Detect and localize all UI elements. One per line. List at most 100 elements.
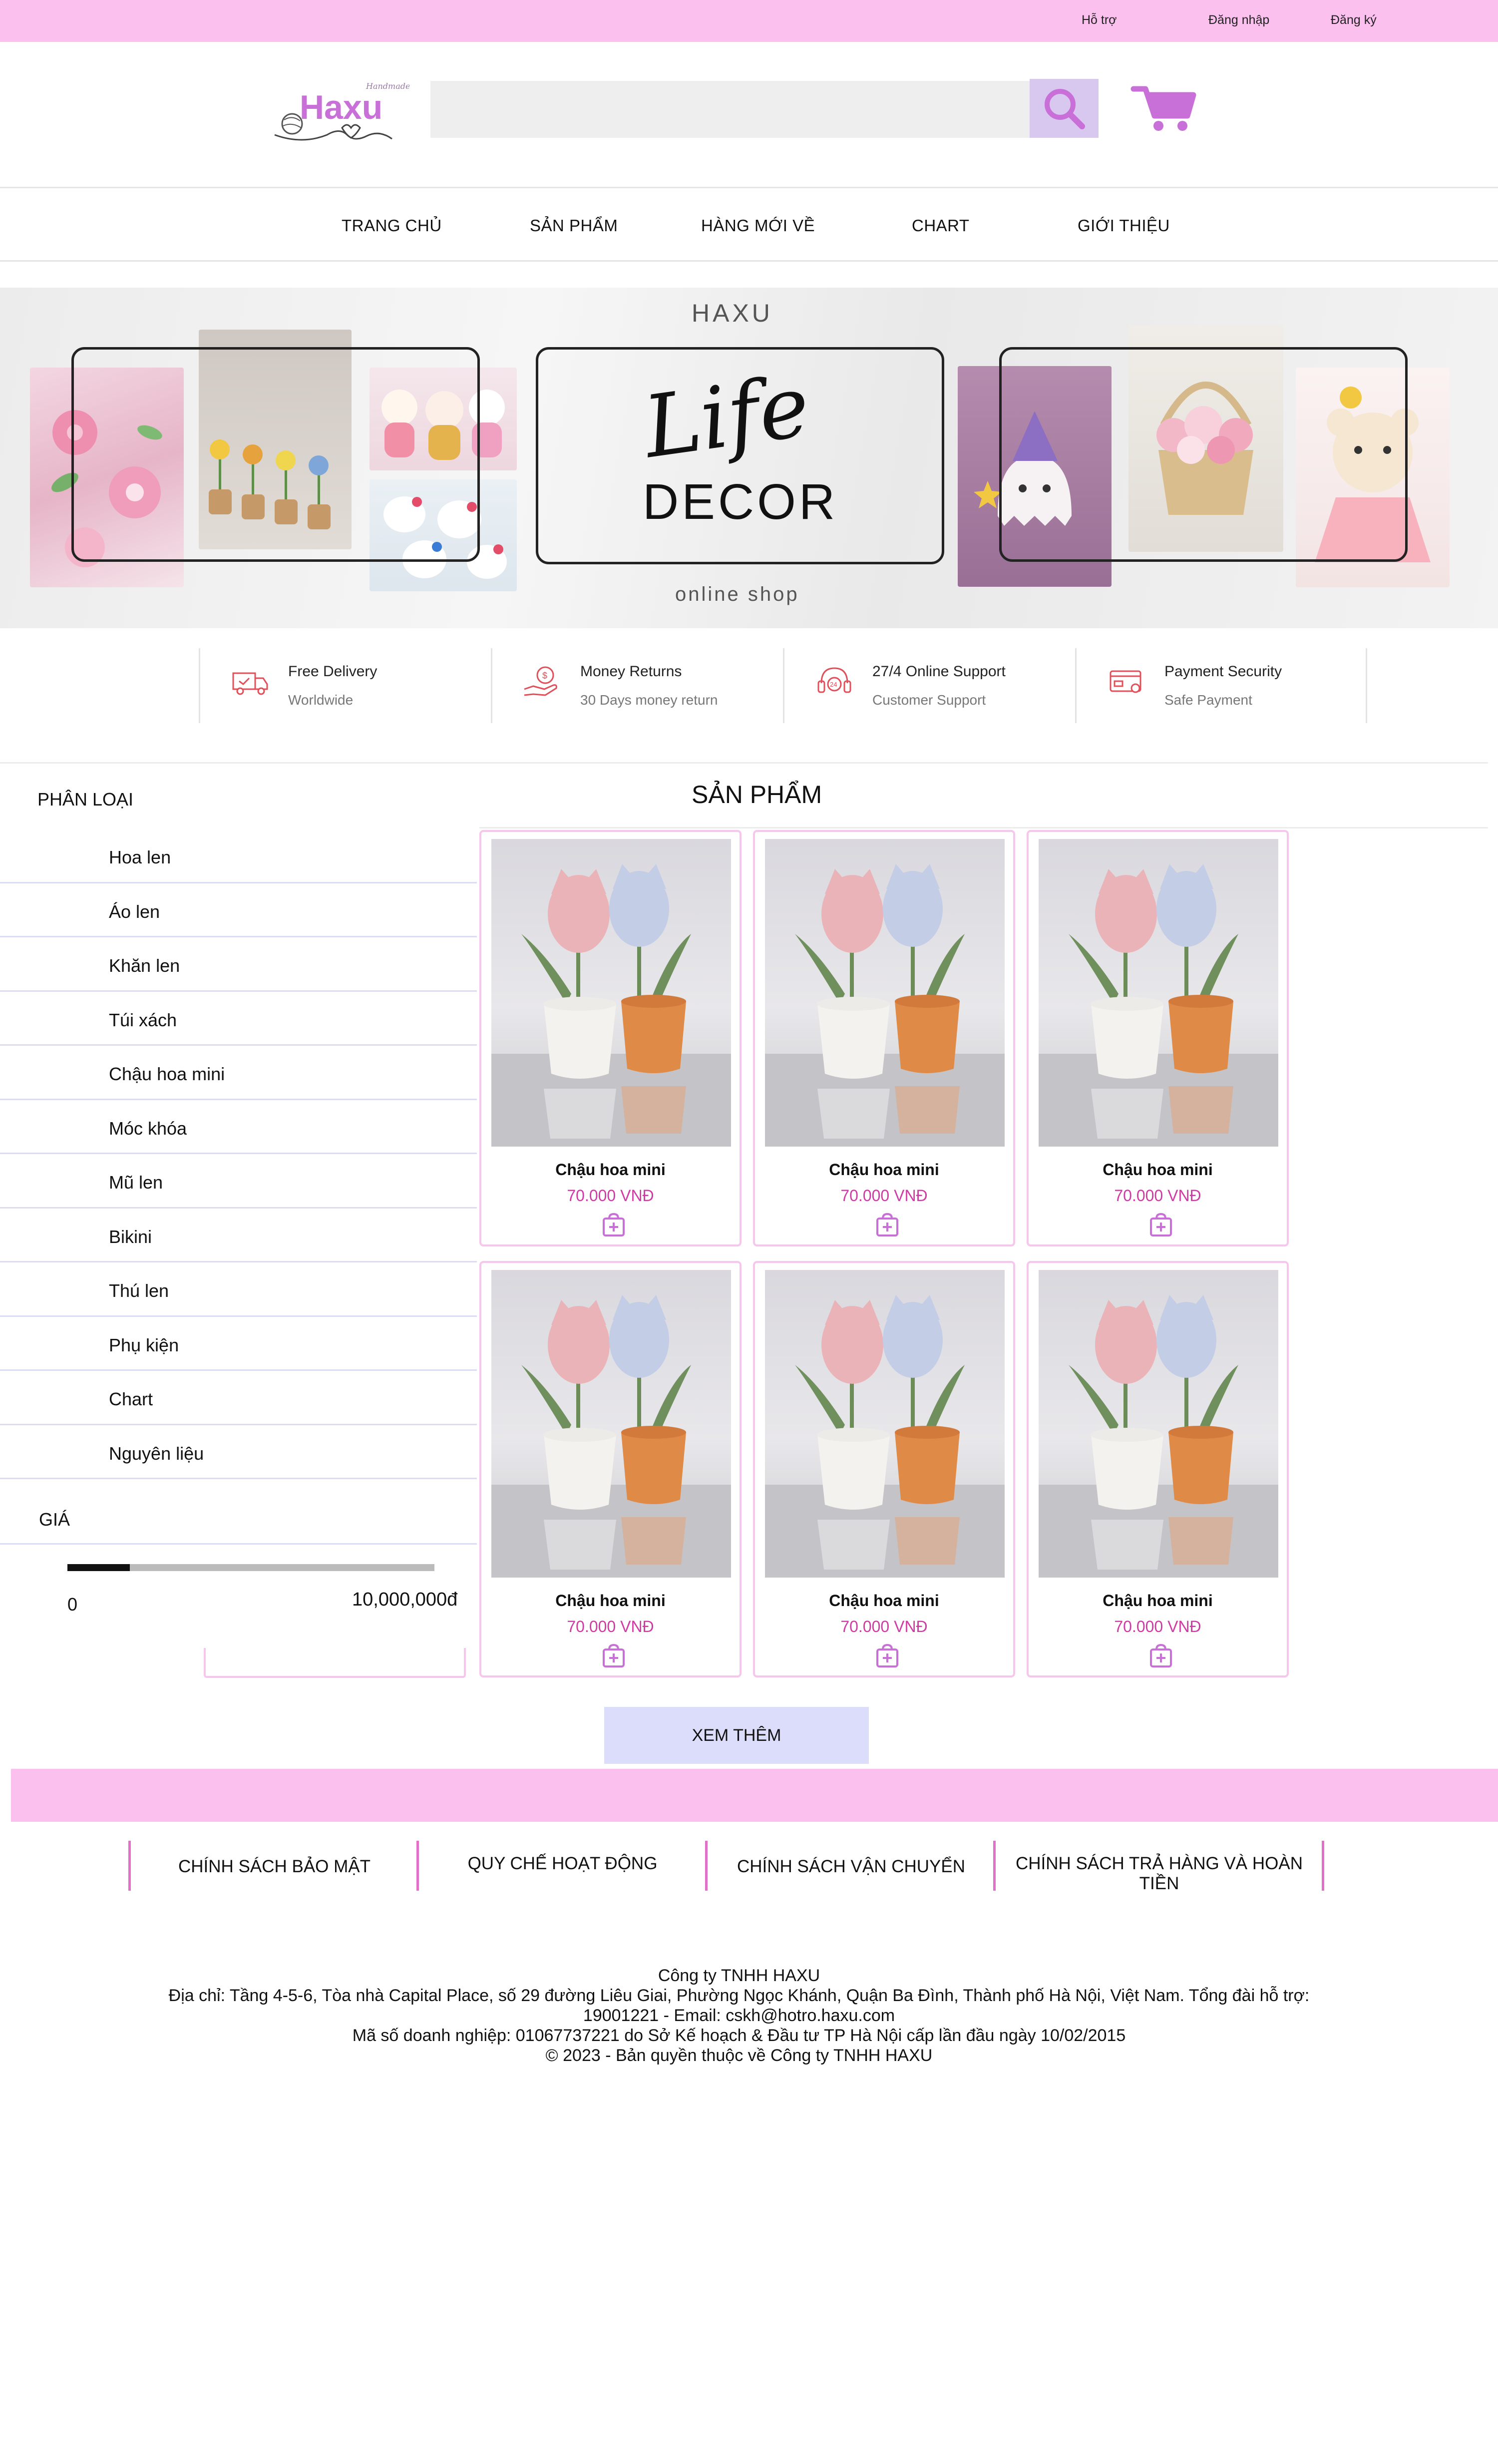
category-item[interactable]: Thú len [0,1262,477,1317]
search-button[interactable] [1030,79,1099,138]
product-image[interactable] [491,1270,731,1578]
product-card[interactable]: Chậu hoa mini 70.000 VNĐ [479,830,742,1246]
support-link[interactable]: Hỗ trợ [1082,13,1117,27]
category-item[interactable]: Chart [0,1371,477,1425]
add-to-cart-icon[interactable] [875,1643,900,1668]
policy-operation[interactable]: QUY CHẾ HOẠT ĐỘNG [416,1841,706,1891]
section-divider [0,762,1488,764]
product-price: 70.000 VNĐ [840,1187,928,1205]
footer-company: Công ty TNHH HAXU [658,1966,820,1985]
policy-privacy[interactable]: CHÍNH SÁCH BẢO MẬT [128,1841,418,1891]
login-link[interactable]: Đăng nhập [1208,13,1269,27]
feature-security: Payment Security Safe Payment [1075,648,1367,723]
price-filter-title: GIÁ [39,1509,70,1530]
truck-icon [232,672,268,695]
category-item[interactable]: Mũ len [0,1154,477,1209]
product-name[interactable]: Chậu hoa mini [755,1592,1013,1610]
category-item[interactable]: Hoa len [0,829,477,883]
footer-tax: Mã số doanh nghiệp: 01067737221 do Sở Kế… [352,2026,1126,2045]
category-item[interactable]: Chậu hoa mini [0,1046,477,1100]
policy-divider-end [1322,1841,1324,1891]
product-image[interactable] [765,1270,1005,1578]
add-to-cart-icon[interactable] [1148,1213,1173,1237]
main-nav: TRANG CHỦ SẢN PHẨM HÀNG MỚI VỀ CHART GIỚ… [0,187,1498,262]
footer-address: Địa chỉ: Tầng 4-5-6, Tòa nhà Capital Pla… [168,1986,1310,2005]
banner-headline: DECOR [643,474,838,530]
category-item[interactable]: Khăn len [0,937,477,992]
add-to-cart-icon[interactable] [875,1213,900,1237]
category-item[interactable]: Túi xách [0,992,477,1046]
product-price: 70.000 VNĐ [840,1618,928,1636]
logo-graphic: Handmade Haxu [274,81,410,141]
hidden-card-edge [204,1648,466,1678]
product-price: 70.000 VNĐ [567,1187,654,1205]
hero-banner[interactable]: HAXU Life DECOR online shop [0,288,1498,628]
product-image[interactable] [1039,1270,1278,1578]
product-card[interactable]: Chậu hoa mini 70.000 VNĐ [753,830,1015,1246]
price-slider-fill[interactable] [67,1564,130,1571]
feature-returns: $ Money Returns 30 Days money return [491,648,783,723]
add-to-cart-icon[interactable] [601,1643,626,1668]
product-price: 70.000 VNĐ [1114,1618,1201,1636]
feature-support-title: 27/4 Online Support [872,663,1006,680]
category-item[interactable]: Phụ kiện [0,1317,477,1371]
policy-shipping[interactable]: CHÍNH SÁCH VẬN CHUYỂN [705,1841,995,1891]
category-item[interactable]: Nguyên liệu [0,1425,477,1479]
footer-copyright: © 2023 - Bản quyền thuộc về Công ty TNHH… [545,2046,933,2065]
products-divider [479,827,1488,828]
feature-security-subtitle: Safe Payment [1164,692,1252,708]
category-item[interactable]: Móc khóa [0,1100,477,1154]
product-card[interactable]: Chậu hoa mini 70.000 VNĐ [479,1261,742,1677]
footer-contact: 19001221 - Email: cskh@hotro.haxu.com [583,2006,895,2025]
product-price: 70.000 VNĐ [1114,1187,1201,1205]
nav-item-about[interactable]: GIỚI THIỆU [1078,216,1170,235]
cart-icon [1130,86,1196,131]
product-name[interactable]: Chậu hoa mini [481,1161,740,1179]
policy-refund-label: CHÍNH SÁCH TRẢ HÀNG VÀ HOÀN TIỀN [1016,1854,1303,1893]
category-label: Thú len [109,1280,169,1301]
category-label: Hoa len [109,847,171,867]
product-image[interactable] [765,839,1005,1147]
feature-strip: Free Delivery Worldwide $ Money Returns … [0,628,1498,728]
feature-support-subtitle: Customer Support [872,692,986,708]
search-icon [1045,89,1085,129]
banner-frame-left [71,347,480,562]
product-name[interactable]: Chậu hoa mini [1029,1161,1287,1179]
nav-item-products[interactable]: SẢN PHẨM [530,216,618,235]
price-min-label: 0 [67,1594,78,1615]
price-filter-divider [0,1543,477,1545]
nav-item-home[interactable]: TRANG CHỦ [342,216,442,235]
search-input[interactable] [430,81,1030,138]
nav-item-chart[interactable]: CHART [912,216,970,235]
feature-delivery-title: Free Delivery [288,663,377,680]
cart-button[interactable] [1128,80,1198,135]
headset-icon: 24 [817,667,851,693]
feature-security-title: Payment Security [1164,663,1282,680]
load-more-button[interactable]: XEM THÊM [604,1707,869,1764]
footer-bar [11,1769,1498,1822]
category-label: Túi xách [109,1009,177,1030]
category-item[interactable]: Áo len [0,883,477,937]
category-label: Móc khóa [109,1118,187,1139]
product-card[interactable]: Chậu hoa mini 70.000 VNĐ [753,1261,1015,1677]
policy-refund[interactable]: CHÍNH SÁCH TRẢ HÀNG VÀ HOÀN TIỀN [993,1841,1323,1893]
category-item[interactable]: Bikini [0,1209,477,1262]
footer-info: Công ty TNHH HAXU Địa chỉ: Tầng 4-5-6, T… [135,1966,1343,2065]
add-to-cart-icon[interactable] [1148,1643,1173,1668]
product-name[interactable]: Chậu hoa mini [1029,1592,1287,1610]
product-card[interactable]: Chậu hoa mini 70.000 VNĐ [1027,1261,1289,1677]
credit-card-icon [1110,670,1141,693]
product-card[interactable]: Chậu hoa mini 70.000 VNĐ [1027,830,1289,1246]
money-hand-icon: $ [524,666,557,696]
logo[interactable]: Handmade Haxu [272,80,410,150]
svg-text:$: $ [542,671,547,681]
add-to-cart-icon[interactable] [601,1213,626,1237]
product-name[interactable]: Chậu hoa mini [481,1592,740,1610]
policy-links: CHÍNH SÁCH BẢO MẬT QUY CHẾ HOẠT ĐỘNG CHÍ… [0,1841,1498,1896]
banner-frame-right [999,347,1408,562]
nav-item-new-arrivals[interactable]: HÀNG MỚI VỀ [701,216,815,235]
product-image[interactable] [491,839,731,1147]
product-image[interactable] [1039,839,1278,1147]
register-link[interactable]: Đăng ký [1331,13,1377,27]
product-name[interactable]: Chậu hoa mini [755,1161,1013,1179]
